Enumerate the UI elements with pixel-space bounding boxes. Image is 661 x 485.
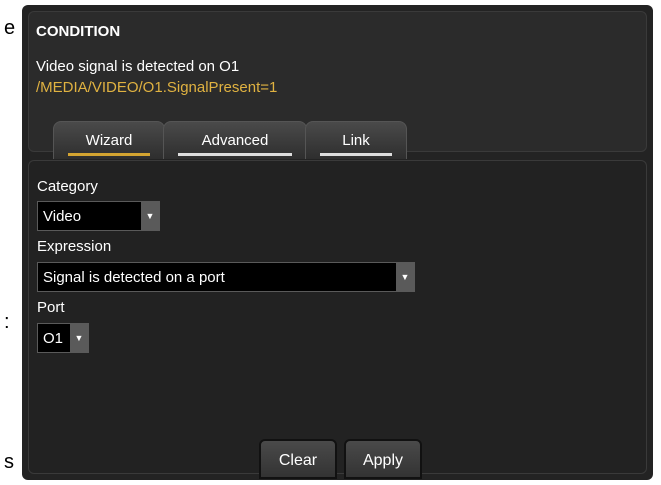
edge-text-fragment: e	[4, 17, 16, 39]
expression-select-value: Signal is detected on a port	[43, 269, 225, 286]
category-select[interactable]: Video ▼	[37, 201, 160, 231]
tab-advanced-label: Advanced	[201, 132, 269, 149]
edge-text-fragment: s	[4, 451, 14, 473]
port-label: Port	[37, 299, 65, 316]
tab-advanced-indicator	[178, 153, 292, 156]
tab-wizard-indicator	[68, 153, 150, 156]
condition-summary: CONDITION Video signal is detected on O1…	[28, 11, 647, 159]
tab-wizard-label: Wizard	[85, 132, 133, 149]
condition-title: CONDITION	[36, 23, 121, 40]
condition-expression: /MEDIA/VIDEO/O1.SignalPresent=1	[36, 79, 278, 96]
port-select-value: O1	[43, 330, 64, 347]
condition-editor-panel: CONDITION Video signal is detected on O1…	[22, 5, 653, 480]
clear-button[interactable]: Clear	[259, 439, 337, 479]
tab-wizard[interactable]: Wizard	[53, 121, 165, 159]
chevron-down-icon[interactable]: ▼	[396, 263, 414, 291]
edge-text-fragment: :	[4, 311, 10, 333]
category-select-value: Video	[43, 208, 82, 225]
condition-description: Video signal is detected on O1	[36, 58, 240, 75]
port-select[interactable]: O1 ▼	[37, 323, 89, 353]
category-label: Category	[37, 178, 98, 195]
tab-link-indicator	[320, 153, 392, 156]
expression-select[interactable]: Signal is detected on a port ▼	[37, 262, 415, 292]
chevron-down-icon[interactable]: ▼	[70, 324, 88, 352]
apply-button[interactable]: Apply	[344, 439, 422, 479]
tab-link[interactable]: Link	[305, 121, 407, 159]
tab-advanced[interactable]: Advanced	[163, 121, 307, 159]
wizard-form: Category Video ▼ Expression Signal is de…	[28, 160, 647, 479]
expression-label: Expression	[37, 238, 112, 255]
tab-link-label: Link	[342, 132, 370, 149]
chevron-down-icon[interactable]: ▼	[141, 202, 159, 230]
